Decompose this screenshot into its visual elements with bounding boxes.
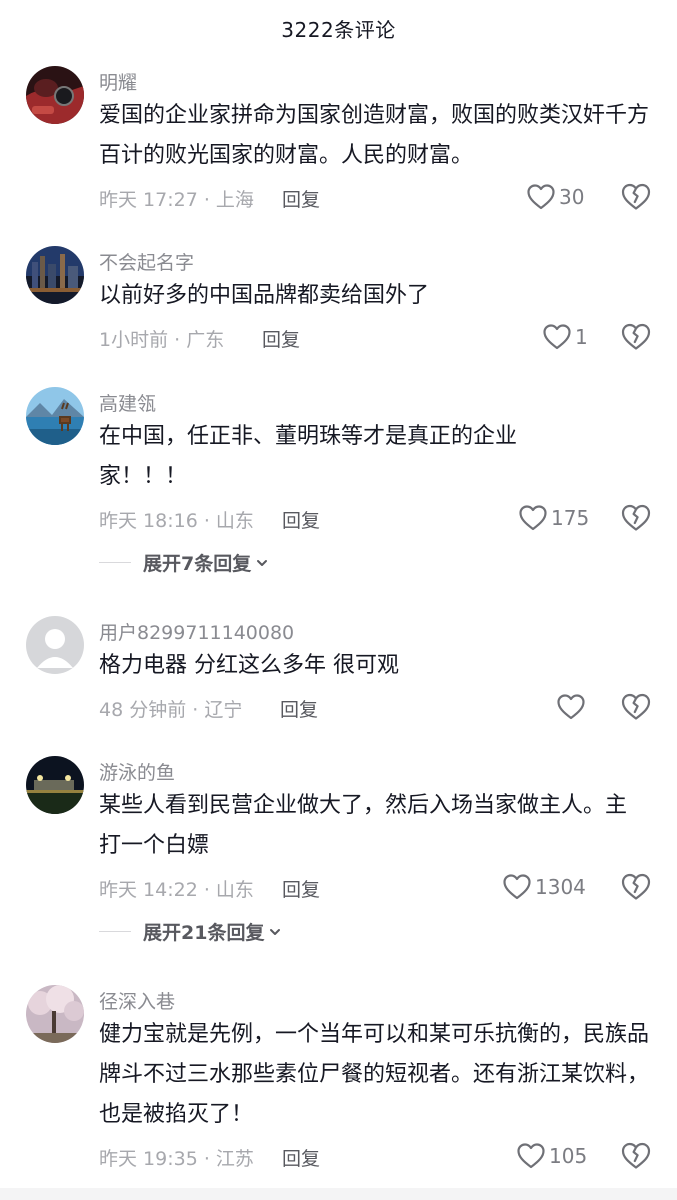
broken-heart-icon xyxy=(621,504,651,532)
comment-text: 某些人看到民营企业做大了，然后入场当家做主人。主打一个白嫖 xyxy=(99,793,628,858)
broken-heart-icon xyxy=(621,323,651,351)
like-button[interactable]: 105 xyxy=(517,1143,587,1169)
comment-timestamp-location: 1小时前 · 广东 xyxy=(99,329,225,351)
broken-heart-icon xyxy=(621,693,651,721)
comment-username[interactable]: 高建瓴 xyxy=(99,389,156,416)
like-button[interactable]: 1304 xyxy=(503,874,586,900)
comment-timestamp-location: 48 分钟前 · 辽宁 xyxy=(99,699,243,721)
comment-username[interactable]: 用户8299711140080 xyxy=(99,618,294,645)
like-count: 1304 xyxy=(535,875,586,899)
like-count: 1 xyxy=(575,325,588,349)
like-count: 175 xyxy=(551,506,590,530)
like-button[interactable]: 30 xyxy=(527,184,584,210)
dislike-button[interactable] xyxy=(621,323,651,351)
expand-divider xyxy=(99,562,131,563)
blossom-tree-avatar[interactable] xyxy=(26,985,84,1043)
dislike-button[interactable] xyxy=(621,693,651,721)
expand-divider xyxy=(99,931,131,932)
comment-timestamp-location: 昨天 17:27 · 上海 xyxy=(99,189,254,211)
comment-username[interactable]: 不会起名字 xyxy=(99,248,194,275)
bottom-input-bar xyxy=(0,1188,677,1200)
dislike-button[interactable] xyxy=(621,504,651,532)
comment-username[interactable]: 游泳的鱼 xyxy=(99,758,175,785)
night-stadium-avatar[interactable] xyxy=(26,756,84,814)
comment-timestamp-location: 昨天 18:16 · 山东 xyxy=(99,510,254,532)
comment-text: 健力宝就是先例，一个当年可以和某可乐抗衡的，民族品牌斗不过三水那些素位尸餐的短视… xyxy=(99,1022,650,1127)
car-interior-avatar[interactable] xyxy=(26,66,84,124)
reply-button[interactable]: 回复 xyxy=(262,325,300,352)
comment-text: 在中国，任正非、董明珠等才是真正的企业家！！！ xyxy=(99,424,518,489)
dislike-button[interactable] xyxy=(621,1142,651,1170)
comment-username[interactable]: 径深入巷 xyxy=(99,987,175,1014)
like-count: 105 xyxy=(549,1144,588,1168)
broken-heart-icon xyxy=(621,873,651,901)
like-button[interactable]: 175 xyxy=(519,505,589,531)
expand-replies-label: 展开21条回复 xyxy=(143,922,265,944)
heart-icon xyxy=(503,874,531,900)
comment-text: 以前好多的中国品牌都卖给国外了 xyxy=(99,283,430,308)
comment-username[interactable]: 明耀 xyxy=(99,68,137,95)
like-count: 30 xyxy=(559,185,585,209)
comment-text: 爱国的企业家拼命为国家创造财富，败国的败类汉奸千方百计的败光国家的财富。人民的财… xyxy=(99,103,650,168)
reply-button[interactable]: 回复 xyxy=(280,695,318,722)
comment-timestamp-location: 昨天 19:35 · 江苏 xyxy=(99,1148,254,1170)
dislike-button[interactable] xyxy=(621,873,651,901)
expand-replies-button[interactable]: 展开21条回复 xyxy=(99,918,282,945)
like-button[interactable]: 1 xyxy=(543,324,588,350)
heart-icon xyxy=(557,694,585,720)
chevron-down-icon xyxy=(268,925,282,939)
reply-button[interactable]: 回复 xyxy=(282,506,320,533)
dislike-button[interactable] xyxy=(621,183,651,211)
broken-heart-icon xyxy=(621,183,651,211)
reply-button[interactable]: 回复 xyxy=(282,1144,320,1171)
deer-lake-avatar[interactable] xyxy=(26,387,84,445)
chevron-down-icon xyxy=(255,556,269,570)
heart-icon xyxy=(517,1143,545,1169)
default-user-avatar[interactable] xyxy=(26,616,84,674)
expand-replies-label: 展开7条回复 xyxy=(143,553,252,575)
comment-count-title: 3222条评论 xyxy=(281,17,396,42)
comment-text: 格力电器 分红这么多年 很可观 xyxy=(99,653,399,678)
comment-timestamp-location: 昨天 14:22 · 山东 xyxy=(99,879,254,901)
reply-button[interactable]: 回复 xyxy=(282,185,320,212)
heart-icon xyxy=(543,324,571,350)
like-button[interactable] xyxy=(557,694,589,720)
reply-button[interactable]: 回复 xyxy=(282,875,320,902)
comments-header: 3222条评论 xyxy=(0,0,677,56)
city-night-avatar[interactable] xyxy=(26,246,84,304)
heart-icon xyxy=(527,184,555,210)
expand-replies-button[interactable]: 展开7条回复 xyxy=(99,549,269,576)
broken-heart-icon xyxy=(621,1142,651,1170)
heart-icon xyxy=(519,505,547,531)
